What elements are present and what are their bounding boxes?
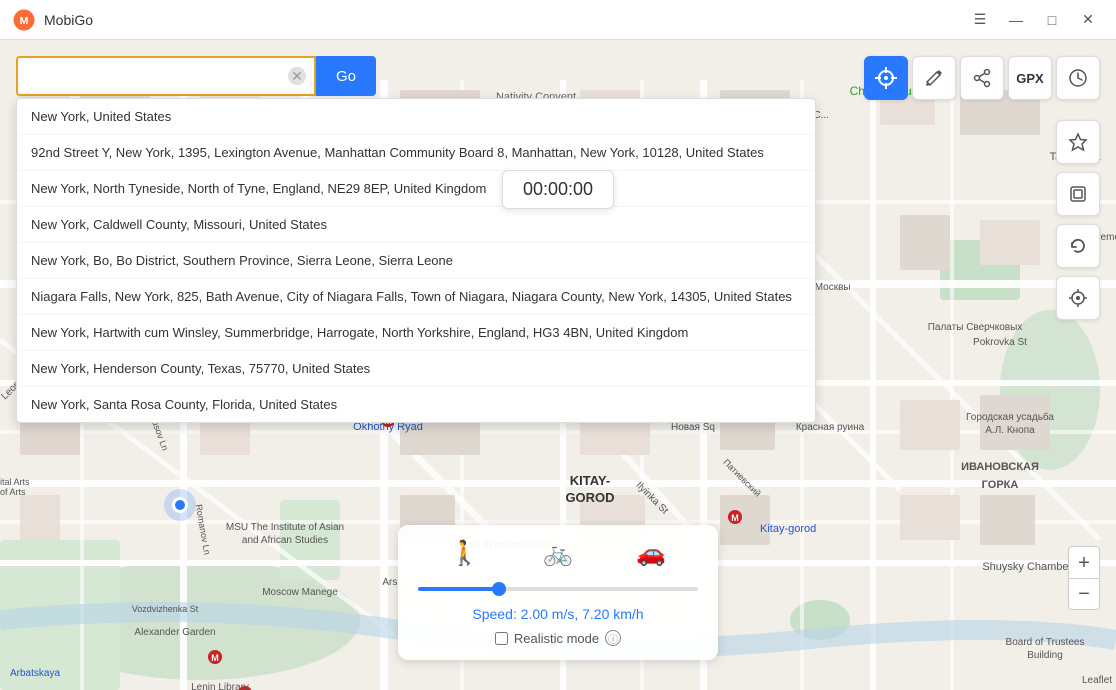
share-icon [972,68,992,88]
svg-text:Building: Building [1027,650,1063,661]
svg-text:А.Л. Кнопа: А.Л. Кнопа [985,425,1035,436]
locate-icon [1068,288,1088,308]
reset-icon [1068,236,1088,256]
svg-text:Arbatskaya: Arbatskaya [10,668,60,679]
title-bar-left: M MobiGo [12,8,93,32]
dropdown-item-7[interactable]: New York, Henderson County, Texas, 75770… [17,351,815,387]
svg-text:Палаты Сверчковых: Палаты Сверчковых [928,322,1023,333]
svg-text:M: M [211,653,219,663]
favorites-button[interactable] [1056,120,1100,164]
maximize-button[interactable]: □ [1036,6,1068,34]
zoom-controls: + − [1068,546,1100,610]
bike-icon[interactable]: 🚲 [543,539,573,568]
speed-panel: 🚶 🚲 🚗 Speed: 2.00 m/s, 7.20 km/h Realist… [398,525,718,660]
svg-text:ital Arts: ital Arts [0,477,30,487]
dropdown-item-5[interactable]: Niagara Falls, New York, 825, Bath Avenu… [17,279,815,315]
realistic-mode-checkbox[interactable] [495,632,508,645]
gpx-button[interactable]: GPX [1008,56,1052,100]
layers-icon [1068,184,1088,204]
svg-text:Alexander Garden: Alexander Garden [134,627,215,638]
pen-button[interactable] [912,56,956,100]
title-bar-controls: ☰ — □ ✕ [964,6,1104,34]
top-toolbar: GPX [864,56,1100,100]
walk-icon[interactable]: 🚶 [450,539,480,568]
search-go-button[interactable]: Go [316,56,376,96]
zoom-out-button[interactable]: − [1068,578,1100,610]
search-input-wrapper: new york ✕ [16,56,316,96]
svg-text:Board of Trustees: Board of Trustees [1006,637,1085,648]
realistic-mode: Realistic mode ⓘ [418,630,698,646]
app-logo: M [12,8,36,32]
location-dot-marker [172,497,188,513]
minimize-button[interactable]: — [1000,6,1032,34]
close-button[interactable]: ✕ [1072,6,1104,34]
crosshair-button[interactable] [864,56,908,100]
dropdown-item-3[interactable]: New York, Caldwell County, Missouri, Uni… [17,207,815,243]
title-bar: M MobiGo ☰ — □ ✕ [0,0,1116,40]
pen-icon [924,68,944,88]
svg-text:ИВАНОВСКАЯ: ИВАНОВСКАЯ [961,461,1039,473]
search-input[interactable]: new york [18,68,314,84]
dropdown-item-8[interactable]: New York, Santa Rosa County, Florida, Un… [17,387,815,422]
svg-text:of Arts: of Arts [0,487,26,497]
speed-slider[interactable] [418,587,698,591]
realistic-mode-label[interactable]: Realistic mode [514,631,599,646]
zoom-in-button[interactable]: + [1068,546,1100,578]
timer-display: 00:00:00 [502,170,614,209]
svg-text:Vozdvizhenka St: Vozdvizhenka St [132,604,199,614]
transport-icons: 🚶 🚲 🚗 [418,539,698,568]
dropdown-item-2[interactable]: New York, North Tyneside, North of Tyne,… [17,171,815,207]
speed-label: Speed: [472,606,516,622]
dropdown-item-6[interactable]: New York, Hartwith cum Winsley, Summerbr… [17,315,815,351]
leaflet-attribution: Leaflet [1082,675,1112,686]
search-bar: new york ✕ Go New York, United States92n… [16,56,376,96]
share-button[interactable] [960,56,1004,100]
svg-text:GOROD: GOROD [565,490,614,505]
layers-button[interactable] [1056,172,1100,216]
crosshair-icon [875,67,897,89]
car-icon[interactable]: 🚗 [636,539,666,568]
svg-text:M: M [731,513,739,523]
svg-text:Новая Sq: Новая Sq [671,422,715,433]
speed-slider-wrapper [418,578,698,596]
speed-text: Speed: 2.00 m/s, 7.20 km/h [418,606,698,622]
location-dot [155,480,205,530]
right-panel [1056,120,1100,320]
svg-text:M: M [20,14,29,26]
menu-button[interactable]: ☰ [964,6,996,34]
svg-text:ГОРКА: ГОРКА [982,479,1019,491]
search-dropdown: New York, United States92nd Street Y, Ne… [16,98,816,423]
svg-text:MSU The Institute of Asian: MSU The Institute of Asian [226,522,344,533]
star-icon [1068,132,1088,152]
info-icon[interactable]: ⓘ [605,630,621,646]
svg-text:Lenin Library: Lenin Library [191,682,249,690]
dropdown-item-0[interactable]: New York, United States [17,99,815,135]
svg-text:Городская усадьба: Городская усадьба [966,411,1054,423]
app-title: MobiGo [44,12,93,28]
dropdown-item-1[interactable]: 92nd Street Y, New York, 1395, Lexington… [17,135,815,171]
svg-text:Shuysky Chambers: Shuysky Chambers [982,561,1078,573]
search-clear-button[interactable]: ✕ [288,67,306,85]
svg-text:Kitay-gorod: Kitay-gorod [760,523,816,535]
speed-value: 2.00 m/s, 7.20 km/h [521,606,644,622]
clock-icon [1068,68,1088,88]
svg-text:Pokrovka St: Pokrovka St [973,337,1027,348]
map-area[interactable]: Nativity Convent Chistye Prudy KITAY- GO… [0,40,1116,690]
history-button[interactable] [1056,56,1100,100]
reset-button[interactable] [1056,224,1100,268]
svg-text:and African Studies: and African Studies [242,535,328,546]
svg-text:Красная руина: Красная руина [796,422,865,433]
locate-me-button[interactable] [1056,276,1100,320]
dropdown-item-4[interactable]: New York, Bo, Bo District, Southern Prov… [17,243,815,279]
svg-text:KITAY-: KITAY- [570,473,610,488]
svg-text:Moscow Manege: Moscow Manege [262,587,338,598]
